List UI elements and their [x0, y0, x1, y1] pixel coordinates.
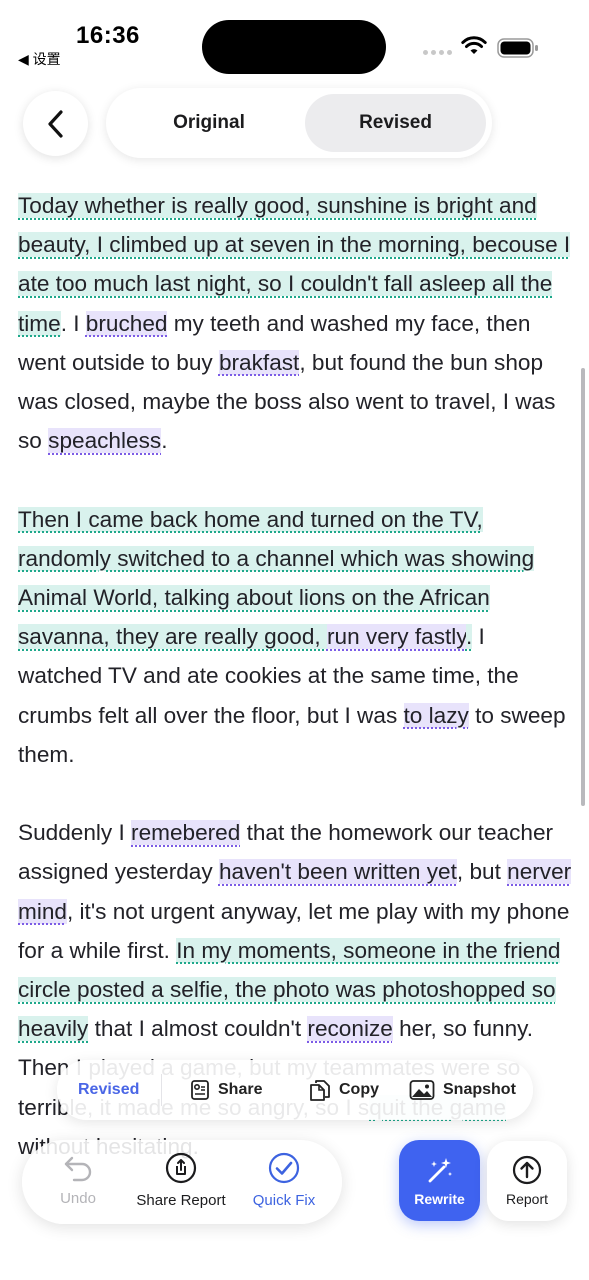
article-text: Suddenly I [18, 820, 132, 846]
battery-icon [497, 38, 538, 58]
share-report-icon [165, 1152, 197, 1184]
spelling-suggestion-highlight[interactable]: speachless [48, 428, 162, 454]
spelling-suggestion-highlight[interactable]: bruched [85, 310, 168, 336]
undo-label: Undo [60, 1190, 96, 1207]
share-report-label: Share Report [136, 1192, 226, 1209]
article-text: , but [456, 859, 508, 885]
copy-label: Copy [339, 1081, 379, 1098]
share-card-icon [191, 1080, 209, 1100]
back-button[interactable] [23, 91, 88, 156]
revised-article-text: Today whether is really good, sunshine i… [18, 186, 574, 1205]
version-segmented-control: Original Revised [106, 88, 492, 158]
tab-revised[interactable]: Revised [305, 94, 486, 152]
spelling-suggestion-highlight[interactable]: remebered [131, 820, 241, 846]
rewrite-button[interactable]: Rewrite [399, 1140, 480, 1221]
spelling-suggestion-highlight[interactable]: haven't been written yet [218, 859, 457, 885]
chevron-left-icon [47, 109, 63, 138]
spelling-suggestion-highlight[interactable]: reconize [307, 1016, 393, 1042]
spelling-suggestion-highlight[interactable]: to lazy [403, 702, 469, 728]
report-button[interactable]: Report [487, 1141, 567, 1221]
bottom-toolbar: Undo Share Report Quick Fix [22, 1140, 342, 1224]
spelling-suggestion-highlight[interactable]: run very fastly [326, 624, 466, 650]
status-time: 16:36 [76, 22, 140, 49]
cellular-signal-icon [423, 50, 452, 55]
arrow-up-circle-icon [512, 1155, 542, 1185]
share-button[interactable]: Share [190, 1060, 262, 1120]
undo-button[interactable]: Undo [28, 1152, 128, 1207]
article-text: . [161, 428, 168, 454]
article-paragraph: Today whether is really good, sunshine i… [18, 186, 574, 460]
report-label: Report [505, 1191, 549, 1207]
share-label: Share [218, 1081, 263, 1098]
article-paragraph: Then I came back home and turned on the … [18, 500, 574, 774]
snapshot-label: Snapshot [443, 1081, 516, 1098]
article-text: . I [60, 310, 86, 336]
quick-fix-button[interactable]: Quick Fix [234, 1152, 334, 1209]
article-text: that I almost couldn't [88, 1016, 308, 1042]
tab-original[interactable]: Original [116, 94, 302, 152]
dynamic-island [202, 20, 386, 74]
divider [161, 1074, 162, 1106]
text-action-bar: Revised Share Copy Snapshot [57, 1060, 533, 1120]
check-circle-icon [268, 1152, 300, 1184]
share-report-button[interactable]: Share Report [131, 1152, 231, 1209]
wifi-icon [461, 36, 487, 54]
status-bar: 16:36 ◀ 设置 [0, 0, 589, 80]
copy-icon [310, 1080, 330, 1101]
magic-wand-icon [428, 1157, 452, 1182]
quick-fix-label: Quick Fix [252, 1192, 316, 1209]
snapshot-button[interactable]: Snapshot [409, 1060, 516, 1120]
rewrite-label: Rewrite [414, 1190, 465, 1207]
scrollbar[interactable] [581, 368, 585, 806]
revised-chip[interactable]: Revised [78, 1060, 139, 1120]
spelling-suggestion-highlight[interactable]: brakfast [218, 349, 300, 375]
back-to-app-link[interactable]: ◀ 设置 [18, 49, 61, 69]
undo-icon [64, 1156, 92, 1182]
image-icon [409, 1080, 435, 1100]
copy-button[interactable]: Copy [309, 1060, 379, 1120]
